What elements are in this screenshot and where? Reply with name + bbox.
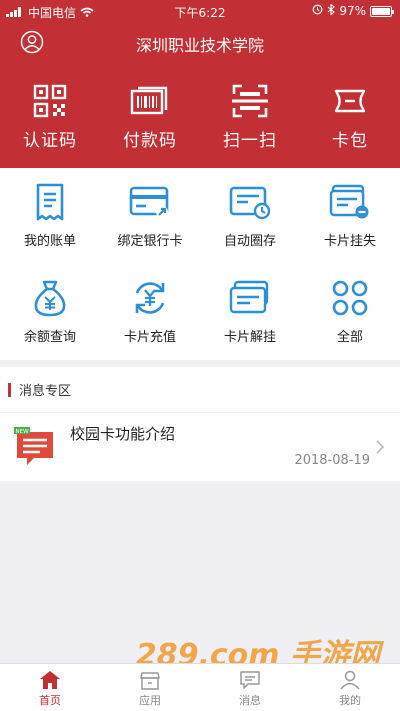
grid-item-all[interactable]: 全部 [300,264,400,360]
service-grid: 我的账单 绑定银行卡 自动圈存 卡片挂失 余额查询 卡片充值 卡片解挂 全部 [0,168,400,360]
quick-action-label: 扫一扫 [223,131,277,151]
grid-item-balance-query[interactable]: 余额查询 [0,264,100,360]
bill-icon [0,182,100,222]
tab-messages[interactable]: 消息 [200,664,300,711]
card-lost-icon [300,182,400,222]
quick-action-scan[interactable]: 扫一扫 [200,84,300,151]
money-bag-icon [0,278,100,318]
grid-item-auto-load[interactable]: 自动圈存 [200,168,300,264]
message-icon [200,670,300,690]
news-header: 消息专区 [0,367,400,413]
tab-label: 我的 [339,694,361,707]
quick-action-payment-code[interactable]: 付款码 [100,84,200,151]
quick-actions: 认证码 付款码 扫一扫 卡包 [0,84,400,151]
alarm-icon [312,4,323,18]
profile-icon [300,670,400,690]
grid-item-my-bill[interactable]: 我的账单 [0,168,100,264]
grid-item-label: 全部 [336,330,363,345]
scan-icon [200,84,300,118]
grid-item-label: 自动圈存 [223,234,276,249]
grid-item-label: 绑定银行卡 [117,234,183,249]
battery-percent: 97% [339,4,366,18]
barcode-icon [100,84,200,118]
tab-bar: 首页 应用 消息 我的 [0,663,400,711]
new-badge: NEW [15,429,29,435]
quick-action-label: 付款码 [123,131,177,151]
grid-item-bind-bank-card[interactable]: 绑定银行卡 [100,168,200,264]
card-unlock-icon [200,278,300,318]
grid-item-label: 我的账单 [23,234,76,249]
battery-icon [370,5,394,17]
quick-action-label: 认证码 [23,131,77,151]
quick-action-auth-code[interactable]: 认证码 [0,84,100,151]
tab-home[interactable]: 首页 [0,664,100,711]
grid-item-label: 卡片挂失 [323,234,376,249]
grid-item-label: 卡片充值 [123,330,176,345]
bind-card-icon [100,182,200,222]
grid-item-card-unlock[interactable]: 卡片解挂 [200,264,300,360]
tab-label: 消息 [239,694,261,707]
quick-action-card-wallet[interactable]: 卡包 [300,84,400,151]
qrcode-icon [0,84,100,118]
grid-item-card-recharge[interactable]: 卡片充值 [100,264,200,360]
tab-profile[interactable]: 我的 [300,664,400,711]
news-section: 消息专区 NEW 校园卡功能介绍 2018-08-19 [0,367,400,481]
header-panel: 中国电信 下午6:22 97% 深圳职业技术学院 认证码 付款码 扫一扫 卡包 [0,0,400,168]
news-message-icon: NEW [14,427,56,473]
tab-label: 应用 [139,694,161,707]
page-title: 深圳职业技术学院 [135,36,264,55]
bluetooth-icon [327,3,336,18]
tab-apps[interactable]: 应用 [100,664,200,711]
quick-action-label: 卡包 [332,131,368,151]
chevron-right-icon [376,439,385,458]
news-section-title: 消息专区 [19,384,72,399]
grid-item-report-card-lost[interactable]: 卡片挂失 [300,168,400,264]
apps-icon [100,670,200,690]
news-item-date: 2018-08-19 [294,453,370,468]
news-item[interactable]: NEW 校园卡功能介绍 2018-08-19 [0,413,400,481]
grid-item-label: 余额查询 [23,330,76,345]
all-apps-icon [300,278,400,318]
status-bar: 中国电信 下午6:22 97% [0,0,400,22]
recharge-icon [100,278,200,318]
home-icon [0,670,100,690]
top-bar: 深圳职业技术学院 [0,26,400,58]
news-item-title: 校园卡功能介绍 [70,425,176,443]
auto-load-icon [200,182,300,222]
section-accent-bar [8,382,11,397]
ticket-icon [300,84,400,118]
tab-label: 首页 [39,694,61,707]
grid-item-label: 卡片解挂 [223,330,276,345]
